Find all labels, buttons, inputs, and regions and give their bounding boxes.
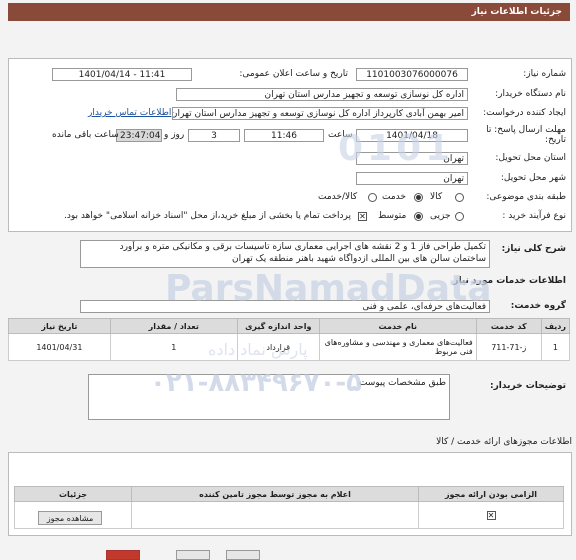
- info-panel: [8, 58, 572, 232]
- bottom-button-red[interactable]: [106, 550, 140, 560]
- process-label: نوع فرآیند خرید :: [502, 211, 566, 221]
- services-table: ردیف کد خدمت نام خدمت واحد اندازه گیری ت…: [8, 318, 571, 361]
- permits-header-row: الزامی بودن ارائه مجوز اعلام به مجوز توس…: [14, 486, 564, 502]
- category-option-both: کالا/خدمت: [318, 192, 358, 202]
- process-option-minor: جزیی: [430, 211, 451, 221]
- buyer-label: نام دستگاه خریدار:: [495, 89, 566, 99]
- col-supplier: اعلام به مجوز توسط مجوز تامین کننده: [131, 486, 419, 502]
- category-label: طبقه بندی موضوعی:: [486, 192, 566, 202]
- category-radio-goods[interactable]: [455, 193, 464, 202]
- bottom-button-gray[interactable]: [176, 550, 210, 560]
- service-group-field: فعالیت‌های حرفه‌ای، علمی و فنی: [80, 300, 490, 313]
- col-date: تاریخ نیاز: [8, 318, 111, 334]
- days-label: روز و: [164, 130, 185, 140]
- process-radio-minor[interactable]: [455, 212, 464, 221]
- remaining-time-field: 23:47:04: [116, 129, 162, 142]
- deadline-date-label: تاریخ:: [545, 135, 566, 145]
- time-label: ساعت: [328, 130, 353, 140]
- buyer-notes-label: توضیحات خریدار:: [490, 381, 566, 391]
- need-number-field: 1101003076000076: [356, 68, 468, 81]
- province-field: تهران: [356, 152, 468, 165]
- cell-unit: قرارداد: [236, 333, 320, 361]
- col-row: ردیف: [540, 318, 571, 334]
- bottom-button-gray-2[interactable]: [226, 550, 260, 560]
- requester-field: امیر بهمن آبادی کارپرداز اداره کل نوسازی…: [172, 107, 468, 120]
- cell-row: 1: [540, 333, 571, 361]
- city-label: شهر محل تحویل:: [500, 173, 566, 183]
- services-section-title: اطلاعات خدمات مورد نیاز: [453, 276, 566, 286]
- col-code: کد خدمت: [475, 318, 542, 334]
- description-label: شرح کلی نیاز:: [501, 244, 566, 254]
- days-field: 3: [188, 129, 240, 142]
- process-option-medium: متوسط: [378, 211, 407, 221]
- page-header: جزئیات اطلاعات نیاز: [8, 3, 570, 21]
- service-group-label: گروه خدمت:: [510, 301, 566, 311]
- category-option-goods: کالا: [430, 192, 443, 202]
- payment-checkbox[interactable]: ✕: [358, 212, 367, 221]
- need-number-label: شماره نیاز:: [523, 69, 566, 79]
- city-field: تهران: [356, 172, 468, 185]
- cell-qty: 1: [109, 333, 238, 361]
- cell-date: 1401/04/31: [8, 333, 111, 361]
- services-header-row: ردیف کد خدمت نام خدمت واحد اندازه گیری ت…: [8, 318, 571, 334]
- col-qty: تعداد / مقدار: [109, 318, 238, 334]
- buyer-notes-field: طبق مشخصات پیوست: [88, 374, 450, 420]
- category-radio-service[interactable]: [414, 193, 423, 202]
- cell-code: ز-71-711: [475, 333, 542, 361]
- cell-supplier: [131, 501, 419, 529]
- process-radio-medium[interactable]: [414, 212, 423, 221]
- buyer-field: اداره کل نوسازی توسعه و تجهیز مدارس استا…: [176, 88, 468, 101]
- contact-link[interactable]: اطلاعات تماس خریدار: [88, 107, 171, 120]
- announce-label: تاریخ و ساعت اعلان عمومی:: [239, 69, 348, 79]
- requester-label: ایجاد کننده درخواست:: [483, 108, 566, 118]
- view-permit-button[interactable]: مشاهده مجوز: [38, 511, 102, 525]
- cell-name: فعالیت‌های معماری و مهندسی و مشاوره‌های …: [318, 333, 477, 361]
- required-checkbox[interactable]: ✕: [486, 510, 496, 520]
- category-option-service: خدمت: [382, 192, 406, 202]
- announce-field: 1401/04/14 - 11:41: [52, 68, 192, 81]
- category-radio-both[interactable]: [368, 193, 377, 202]
- cell-required: ✕: [418, 501, 564, 529]
- col-unit: واحد اندازه گیری: [236, 318, 320, 334]
- col-required: الزامی بودن ارائه مجوز: [418, 486, 564, 502]
- description-field: تکمیل طراحی فاز 1 و 2 نقشه های اجرایی مع…: [80, 240, 490, 268]
- table-row: 1 ز-71-711 فعالیت‌های معماری و مهندسی و …: [8, 333, 571, 361]
- remaining-label: ساعت باقی مانده: [52, 130, 119, 140]
- deadline-time-field: 11:46: [244, 129, 324, 142]
- page-title: جزئیات اطلاعات نیاز: [471, 7, 562, 17]
- payment-note: پرداخت تمام یا بخشی از مبلغ خرید،از محل …: [64, 211, 352, 221]
- col-details: جزئیات: [14, 486, 132, 502]
- col-name: نام خدمت: [318, 318, 477, 334]
- permits-section-title: اطلاعات مجوزهای ارائه خدمت / کالا: [436, 437, 572, 447]
- deadline-date-field: 1401/04/18: [356, 129, 468, 142]
- province-label: استان محل تحویل:: [495, 153, 566, 163]
